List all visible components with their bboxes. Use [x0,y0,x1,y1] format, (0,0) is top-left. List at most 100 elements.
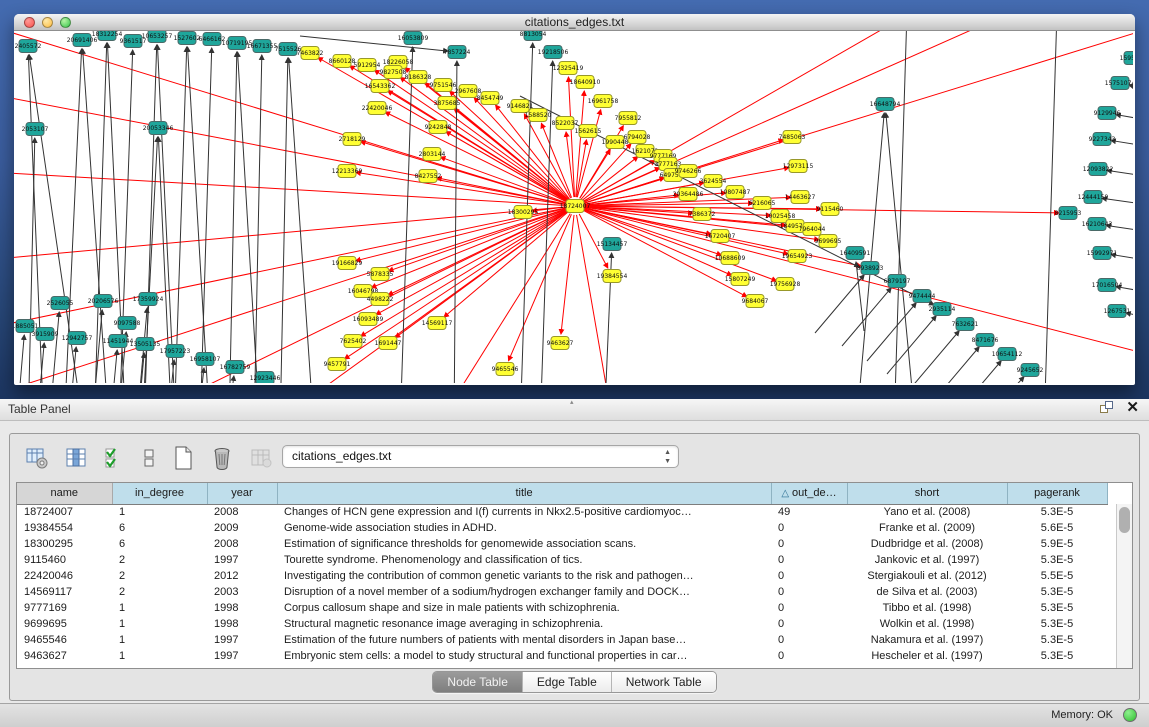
graph-node[interactable]: 6879197 [884,275,911,288]
table-row[interactable]: 1830029562008Estimation of significance … [17,536,1107,552]
graph-node[interactable]: 19756928 [770,278,801,291]
graph-node[interactable]: 10807487 [720,186,751,199]
graph-node[interactable]: 12093822 [1083,163,1114,176]
cell-short[interactable]: de Silva et al. (2003) [847,584,1007,600]
graph-node[interactable]: 10688609 [715,252,746,265]
table-scrollbar-thumb[interactable] [1119,507,1130,533]
cell-out_degree[interactable]: 0 [771,600,847,616]
graph-node[interactable]: 18640910 [570,76,601,89]
graph-node[interactable]: 8660128 [329,55,356,68]
citation-edge[interactable] [197,368,204,383]
graph-node[interactable]: 8427552 [415,170,442,183]
citation-edge[interactable] [144,45,157,383]
cell-out_degree[interactable]: 49 [771,504,847,520]
cell-title[interactable]: Structural magnetic resonance image aver… [277,616,771,632]
network-window[interactable]: citations_edges.txt 18724007183002951938… [14,14,1135,385]
combo-stepper-icon[interactable]: ▲▼ [664,448,671,466]
citation-edge[interactable] [254,55,262,383]
table-row[interactable]: 946554611997Estimation of the future num… [17,632,1107,648]
graph-node[interactable]: 19384554 [597,270,628,283]
graph-node[interactable]: 8938923 [857,262,884,275]
cell-out_degree[interactable]: 0 [771,648,847,664]
cell-title[interactable]: Disruption of a novel member of a sodium… [277,584,771,600]
table-row[interactable]: 969969511998Structural magnetic resonanc… [17,616,1107,632]
graph-node[interactable]: 12213369 [332,165,363,178]
cell-name[interactable]: 9699695 [17,616,112,632]
graph-node[interactable]: 2405572 [15,40,42,53]
tab-network-table[interactable]: Network Table [612,672,716,692]
citation-network-graph[interactable]: 1872400718300295193845547463822866012859… [14,31,1133,383]
cell-in_degree[interactable]: 1 [112,648,207,664]
graph-node[interactable]: 9115460 [817,203,844,216]
tab-node-table[interactable]: Node Table [433,672,523,692]
graph-node[interactable]: 14463627 [785,191,816,204]
graph-node[interactable]: 2053107 [22,123,49,136]
table-row[interactable]: 946362711997Embryonic stem cells: a mode… [17,648,1107,664]
table-selector[interactable]: citations_edges.txt ▲▼ [282,445,679,468]
cell-title[interactable]: Embryonic stem cells: a model to study s… [277,648,771,664]
citation-edge-red[interactable] [584,193,726,205]
cell-in_degree[interactable]: 6 [112,520,207,536]
graph-node[interactable]: 1595863 [1120,52,1133,65]
cell-year[interactable]: 1997 [207,648,277,664]
table-scrollbar[interactable] [1116,504,1132,668]
citation-edge-red[interactable] [582,157,638,201]
cell-pagerank[interactable]: 5.3E-5 [1007,648,1107,664]
graph-node[interactable]: 17957223 [160,345,191,358]
graph-node[interactable]: 16409591 [840,247,871,260]
graph-node[interactable]: 10654112 [992,348,1023,361]
citation-edge[interactable] [280,58,288,383]
cell-year[interactable]: 1998 [207,616,277,632]
graph-node[interactable]: 12923446 [250,372,281,384]
citation-edge[interactable] [842,288,891,346]
cell-short[interactable]: Tibbo et al. (1998) [847,600,1007,616]
close-panel-icon[interactable]: ✕ [1126,401,1139,415]
graph-node[interactable]: 22420046 [362,102,393,115]
graph-node[interactable]: 3624554 [700,175,727,188]
show-columns-icon[interactable] [63,445,89,471]
cell-year[interactable]: 1997 [207,552,277,568]
graph-node[interactable]: 20364486 [673,188,704,201]
cell-name[interactable]: 18724007 [17,504,112,520]
network-window-titlebar[interactable]: citations_edges.txt [14,14,1135,31]
cell-pagerank[interactable]: 5.3E-5 [1007,504,1107,520]
graph-node[interactable]: 20206576 [88,295,119,308]
cell-short[interactable]: Yano et al. (2008) [847,504,1007,520]
graph-node[interactable]: 16053809 [398,32,429,45]
graph-node[interactable]: 9457791 [324,358,351,371]
graph-node[interactable]: 7485063 [779,131,806,144]
cell-out_degree[interactable]: 0 [771,616,847,632]
cell-year[interactable]: 2009 [207,520,277,536]
graph-node[interactable]: 9242848 [425,121,452,134]
citation-edge[interactable] [157,45,176,383]
cell-year[interactable]: 1998 [207,600,277,616]
cell-in_degree[interactable]: 1 [112,616,207,632]
graph-node[interactable]: 2935114 [929,303,956,316]
cell-pagerank[interactable]: 5.3E-5 [1007,600,1107,616]
graph-node[interactable]: 7955812 [615,112,642,125]
cell-year[interactable]: 2008 [207,504,277,520]
graph-node[interactable]: 16210643 [1082,218,1113,231]
cell-pagerank[interactable]: 5.9E-5 [1007,536,1107,552]
cell-out_degree[interactable]: 0 [771,568,847,584]
citation-edge[interactable] [894,31,907,383]
cell-in_degree[interactable]: 2 [112,552,207,568]
citation-edge-red[interactable] [580,150,610,199]
cell-short[interactable]: Stergiakouli et al. (2012) [847,568,1007,584]
cell-pagerank[interactable]: 5.3E-5 [1007,584,1107,600]
citation-edge-red[interactable] [388,91,568,202]
graph-node[interactable]: 12973115 [783,160,814,173]
graph-node[interactable]: 16961758 [588,95,619,108]
cell-title[interactable]: Estimation of significance thresholds fo… [277,536,771,552]
cell-year[interactable]: 1997 [207,632,277,648]
cell-name[interactable]: 9115460 [17,552,112,568]
select-all-icon[interactable] [102,445,128,471]
network-canvas[interactable]: 1872400718300295193845547463822866012859… [14,31,1133,383]
graph-node[interactable]: 17359924 [133,293,164,306]
cell-name[interactable]: 19384554 [17,520,112,536]
cell-short[interactable]: Hescheler et al. (1997) [847,648,1007,664]
cell-year[interactable]: 2012 [207,568,277,584]
cell-in_degree[interactable]: 6 [112,536,207,552]
graph-node[interactable]: 9474444 [909,290,936,303]
graph-node[interactable]: 19218506 [538,46,569,59]
